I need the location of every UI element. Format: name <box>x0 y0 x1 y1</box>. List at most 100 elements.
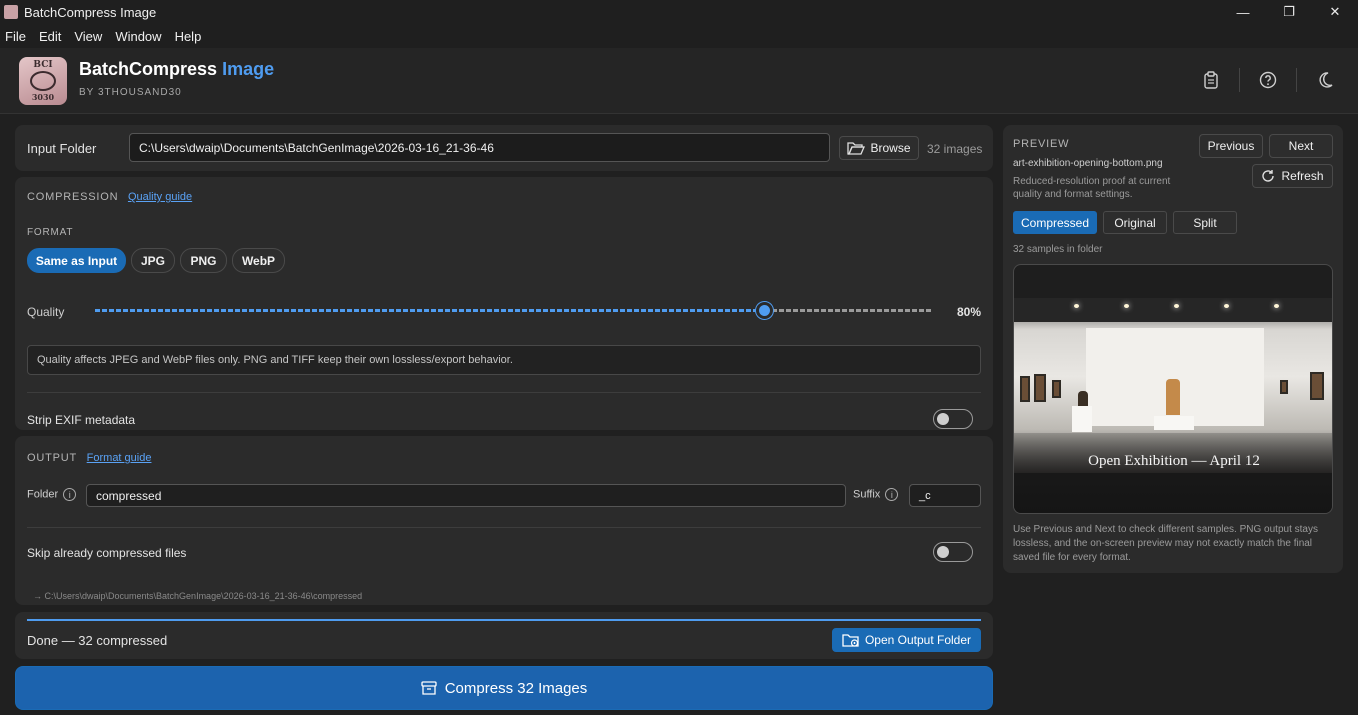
quality-note: Quality affects JPEG and WebP files only… <box>27 345 981 375</box>
compression-header: COMPRESSION Quality guide <box>27 188 192 203</box>
open-output-folder-button[interactable]: Open Output Folder <box>832 628 981 652</box>
menu-view[interactable]: View <box>74 29 102 44</box>
format-jpg[interactable]: JPG <box>131 248 175 273</box>
image-count: 32 images <box>927 142 983 156</box>
skip-compressed-toggle[interactable] <box>933 542 973 562</box>
window-controls: — ❐ ✕ <box>1220 0 1358 24</box>
preview-description: Reduced-resolution proof at current qual… <box>1013 176 1171 200</box>
app-subtitle: BY 3THOUSAND30 <box>79 87 182 98</box>
preview-image: Open Exhibition — April 12 <box>1013 264 1333 514</box>
gallery-ceiling <box>1014 298 1332 322</box>
preview-caption: Open Exhibition — April 12 <box>1088 453 1260 469</box>
title-bar: BatchCompress Image — ❐ ✕ <box>0 0 1358 24</box>
browse-button[interactable]: Browse <box>839 136 919 160</box>
refresh-icon <box>1262 170 1275 182</box>
browse-label: Browse <box>870 141 911 155</box>
strip-exif-toggle[interactable] <box>933 409 973 429</box>
close-button[interactable]: ✕ <box>1312 0 1358 24</box>
header-actions <box>1200 68 1336 92</box>
suffix-label: Suffix <box>853 488 881 501</box>
strip-exif-label: Strip EXIF metadata <box>27 413 136 427</box>
menu-bar: File Edit View Window Help <box>0 24 1358 48</box>
open-output-folder-label: Open Output Folder <box>864 633 972 647</box>
mode-original[interactable]: Original <box>1103 211 1167 234</box>
refresh-label: Refresh <box>1281 169 1324 183</box>
plinth <box>1154 416 1194 430</box>
maximize-button[interactable]: ❐ <box>1266 0 1312 24</box>
painting <box>1034 374 1046 402</box>
info-icon[interactable]: i <box>885 488 899 501</box>
format-webp[interactable]: WebP <box>232 248 285 273</box>
quality-slider-fill <box>95 309 764 312</box>
toggle-knob <box>937 546 949 558</box>
logo-text-top: BCI <box>33 60 53 70</box>
preview-footnote: Use Previous and Next to check different… <box>1013 524 1318 563</box>
folder-label-wrap: Folder i <box>27 488 77 501</box>
minimize-button[interactable]: — <box>1220 0 1266 24</box>
input-folder-path[interactable]: C:\Users\dwaip\Documents\BatchGenImage\2… <box>129 133 830 162</box>
painting <box>1052 380 1061 398</box>
app-title: BatchCompress Image <box>79 59 274 80</box>
quality-slider[interactable] <box>95 302 931 319</box>
quality-slider-thumb[interactable] <box>756 302 773 319</box>
format-same-as-input[interactable]: Same as Input <box>27 248 126 273</box>
quality-label: Quality <box>27 305 65 319</box>
output-folder-input[interactable]: compressed <box>86 484 846 507</box>
status-text: Done — 32 compressed <box>27 633 168 648</box>
refresh-button[interactable]: Refresh <box>1252 164 1333 188</box>
app-header: BCI 3030 BatchCompress Image BY 3THOUSAN… <box>0 48 1358 114</box>
input-folder-label: Input Folder <box>27 141 97 156</box>
suffix-input[interactable]: _c <box>909 484 981 507</box>
output-divider <box>27 527 981 528</box>
folder-icon <box>842 633 859 647</box>
sculpture <box>1166 379 1180 415</box>
preview-filename: art-exhibition-opening-bottom.png <box>1013 158 1163 169</box>
preview-title: PREVIEW <box>1013 138 1070 150</box>
logo-text-bottom: 3030 <box>31 92 55 102</box>
folder-open-icon <box>847 142 866 155</box>
menu-edit[interactable]: Edit <box>39 29 61 44</box>
quality-slider-rest <box>772 309 931 312</box>
toggle-knob <box>937 413 949 425</box>
app-title-accent: Image <box>222 59 275 79</box>
window-title: BatchCompress Image <box>24 4 157 20</box>
output-panel: → C:\Users\dwaip\Documents\BatchGenImage… <box>15 436 993 605</box>
archive-icon <box>421 680 437 695</box>
compression-divider <box>27 392 981 393</box>
header-divider <box>1239 68 1240 92</box>
quality-guide-link[interactable]: Quality guide <box>128 191 192 203</box>
compress-button[interactable]: Compress 32 Images <box>15 666 993 710</box>
moon-icon[interactable] <box>1314 69 1336 91</box>
painting <box>1020 376 1030 402</box>
menu-help[interactable]: Help <box>175 29 202 44</box>
output-title: OUTPUT <box>27 452 78 464</box>
format-png[interactable]: PNG <box>180 248 227 273</box>
progress-bar-fill <box>27 619 981 621</box>
caption-overlay <box>1014 433 1332 513</box>
mode-split[interactable]: Split <box>1173 211 1237 234</box>
painting <box>1280 380 1288 394</box>
menu-file[interactable]: File <box>5 29 26 44</box>
plinth <box>1072 406 1092 432</box>
app-icon <box>4 5 18 19</box>
info-icon[interactable]: i <box>63 488 77 501</box>
progress-bar <box>27 619 981 621</box>
compression-title: COMPRESSION <box>27 191 119 203</box>
next-button[interactable]: Next <box>1269 134 1333 158</box>
output-path-preview: → C:\Users\dwaip\Documents\BatchGenImage… <box>33 591 363 601</box>
mode-compressed[interactable]: Compressed <box>1013 211 1097 234</box>
output-header: OUTPUT Format guide <box>27 449 151 464</box>
compress-button-label: Compress 32 Images <box>444 679 588 697</box>
sample-count: 32 samples in folder <box>1013 244 1103 255</box>
clipboard-icon[interactable] <box>1200 69 1222 91</box>
painting <box>1310 372 1324 400</box>
previous-button[interactable]: Previous <box>1199 134 1263 158</box>
header-divider <box>1296 68 1297 92</box>
folder-label: Folder <box>27 488 59 501</box>
quality-value: 80% <box>957 305 982 319</box>
format-label: FORMAT <box>27 227 74 238</box>
format-guide-link[interactable]: Format guide <box>87 452 152 464</box>
help-icon[interactable] <box>1257 69 1279 91</box>
suffix-label-wrap: Suffix i <box>853 488 899 501</box>
menu-window[interactable]: Window <box>115 29 161 44</box>
